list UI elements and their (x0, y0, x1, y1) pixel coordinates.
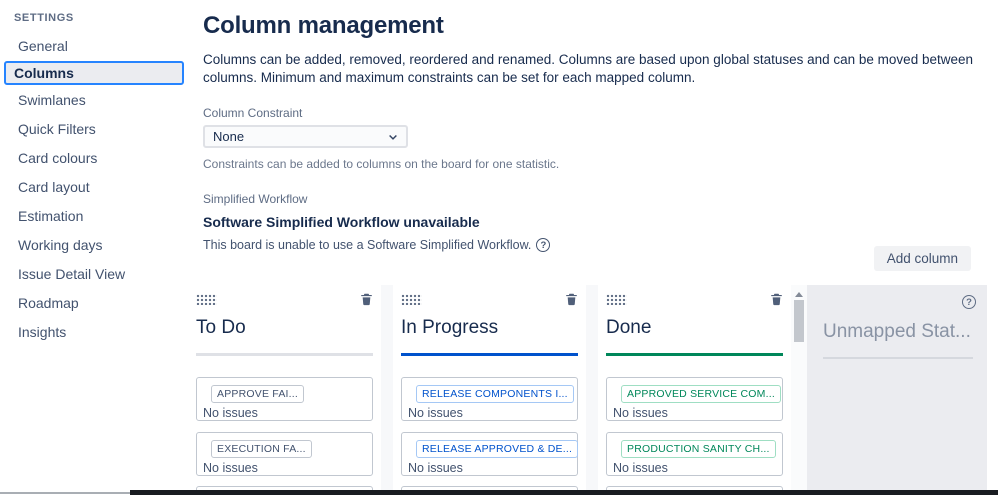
trash-icon (360, 293, 372, 305)
column-accent-bar (401, 353, 578, 356)
column-header (606, 292, 783, 306)
status-lozenge[interactable]: PRODUCTION SANITY CH... (621, 440, 776, 458)
sidebar-item-card-layout[interactable]: Card layout (14, 173, 187, 201)
column-header (401, 292, 578, 306)
column-management-page: Column management Columns can be added, … (203, 0, 998, 271)
settings-sidebar: SETTINGS General Columns Swimlanes Quick… (0, 0, 187, 347)
status-issue-count: No issues (203, 406, 258, 420)
status-lozenge[interactable]: APPROVED SERVICE COM... (621, 385, 781, 403)
help-icon[interactable]: ? (962, 295, 976, 309)
status-card: RELEASE APPROVED & DE... No issues (401, 432, 579, 476)
status-lozenge[interactable]: APPROVE FAI... (211, 385, 304, 403)
vertical-scrollbar[interactable] (791, 285, 807, 490)
column-header (196, 292, 373, 306)
window-edge-left (0, 492, 130, 494)
status-lozenge[interactable]: RELEASE COMPONENTS I... (416, 385, 574, 403)
constraint-helper-text: Constraints can be added to columns on t… (203, 157, 560, 171)
scrollbar-thumb[interactable] (794, 300, 804, 342)
page-description: Columns can be added, removed, reordered… (203, 52, 973, 85)
sidebar-item-quick-filters[interactable]: Quick Filters (14, 115, 187, 143)
status-issue-count: No issues (408, 461, 463, 475)
sidebar-item-roadmap[interactable]: Roadmap (14, 289, 187, 317)
sidebar-item-general[interactable]: General (14, 32, 187, 60)
window-edge (130, 490, 998, 495)
drag-handle-icon[interactable] (401, 293, 422, 305)
drag-handle-icon[interactable] (196, 293, 217, 305)
unmapped-panel-title: Unmapped Stat... (823, 321, 971, 342)
column-in-progress: In Progress RELEASE COMPONENTS I... No i… (393, 285, 586, 490)
status-card: PRODUCTION SANITY CH... No issues (606, 432, 783, 476)
delete-column-button[interactable] (564, 292, 578, 307)
page-title: Column management (203, 12, 444, 39)
workflow-description-text: This board is unable to use a Software S… (203, 238, 532, 252)
simplified-workflow-label: Simplified Workflow (203, 192, 308, 206)
mapped-columns: To Do APPROVE FAI... No issues EXECUTION… (188, 285, 791, 490)
help-icon[interactable]: ? (536, 238, 551, 252)
sidebar-item-insights[interactable]: Insights (14, 318, 187, 346)
column-done: Done APPROVED SERVICE COM... No issues P… (598, 285, 791, 490)
delete-column-button[interactable] (359, 292, 373, 307)
sidebar-item-issue-detail-view[interactable]: Issue Detail View (14, 260, 187, 288)
column-accent-bar (196, 353, 373, 356)
status-issue-count: No issues (203, 461, 258, 475)
trash-icon (770, 293, 782, 305)
unmapped-statuses-panel: ? Unmapped Stat... (807, 285, 987, 490)
status-issue-count: No issues (408, 406, 463, 420)
sidebar-item-swimlanes[interactable]: Swimlanes (14, 86, 187, 114)
sidebar-heading: SETTINGS (14, 12, 74, 24)
sidebar-item-working-days[interactable]: Working days (14, 231, 187, 259)
workflow-status-text: Software Simplified Workflow unavailable (203, 214, 480, 230)
column-constraint-select[interactable]: None (203, 125, 408, 148)
status-card: RELEASE COMPONENTS I... No issues (401, 377, 578, 421)
status-lozenge[interactable]: RELEASE APPROVED & DE... (416, 440, 579, 458)
status-card: APPROVED SERVICE COM... No issues (606, 377, 783, 421)
scrollbar-up-arrow-icon[interactable] (795, 292, 803, 297)
delete-column-button[interactable] (769, 292, 783, 307)
column-mapping-board: To Do APPROVE FAI... No issues EXECUTION… (188, 285, 998, 490)
status-issue-count: No issues (613, 406, 668, 420)
sidebar-item-card-colours[interactable]: Card colours (14, 144, 187, 172)
unmapped-accent-bar (823, 357, 973, 359)
add-column-button[interactable]: Add column (873, 246, 971, 271)
chevron-down-icon (389, 134, 397, 140)
status-card: EXECUTION FA... No issues (196, 432, 373, 476)
column-accent-bar (606, 353, 783, 356)
status-lozenge[interactable]: EXECUTION FA... (211, 440, 312, 458)
trash-icon (565, 293, 577, 305)
status-issue-count: No issues (613, 461, 668, 475)
status-card: APPROVE FAI... No issues (196, 377, 373, 421)
column-title[interactable]: Done (606, 317, 783, 339)
column-to-do: To Do APPROVE FAI... No issues EXECUTION… (188, 285, 381, 490)
sidebar-item-estimation[interactable]: Estimation (14, 202, 187, 230)
drag-handle-icon[interactable] (606, 293, 627, 305)
column-constraint-value: None (213, 129, 245, 144)
sidebar-item-columns[interactable]: Columns (4, 61, 184, 85)
column-constraint-label: Column Constraint (203, 106, 303, 120)
column-title[interactable]: In Progress (401, 317, 578, 339)
column-title[interactable]: To Do (196, 317, 373, 339)
